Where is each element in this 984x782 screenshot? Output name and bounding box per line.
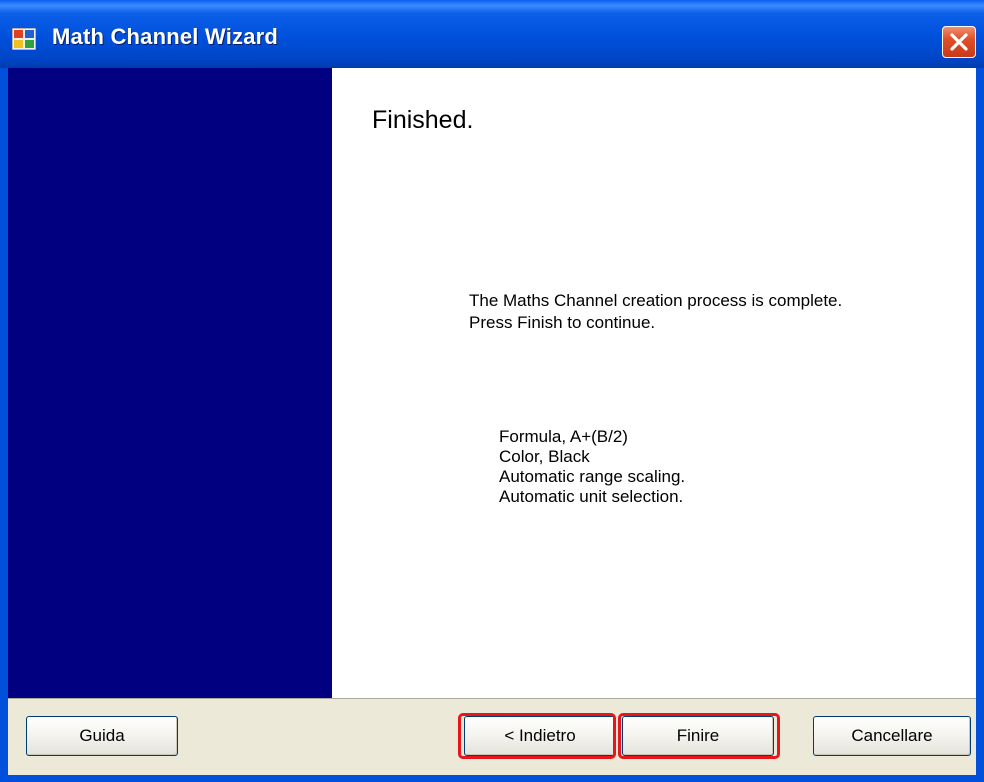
- summary-unit-selection: Automatic unit selection.: [499, 487, 684, 506]
- cancel-button[interactable]: Cancellare: [813, 716, 971, 756]
- summary-formula: Formula, A+(B/2): [499, 427, 628, 446]
- summary-range-scaling: Automatic range scaling.: [499, 467, 686, 486]
- app-icon: [11, 27, 37, 51]
- finish-button[interactable]: Finire: [622, 716, 774, 756]
- close-button[interactable]: [942, 26, 976, 58]
- completion-message: The Maths Channel creation process is co…: [469, 291, 843, 332]
- page-heading: Finished.: [372, 106, 474, 134]
- title-bar[interactable]: Math Channel Wizard: [0, 0, 984, 68]
- window-title: Math Channel Wizard: [52, 24, 279, 49]
- wizard-side-panel: [8, 68, 332, 698]
- settings-summary: Formula, A+(B/2) Color, Black Automatic …: [499, 427, 685, 507]
- help-button[interactable]: Guida: [26, 716, 178, 756]
- window-frame-bottom: [0, 774, 984, 782]
- window-frame-right: [976, 68, 984, 782]
- back-button[interactable]: < Indietro: [464, 716, 616, 756]
- wizard-window: Math Channel Wizard Finished. The Maths …: [0, 0, 984, 782]
- summary-color: Color, Black: [499, 447, 590, 466]
- wizard-content: Finished. The Maths Channel creation pro…: [332, 68, 976, 698]
- window-frame-left: [0, 68, 8, 782]
- button-bar: Guida < Indietro Finire Cancellare: [8, 698, 976, 775]
- close-icon: [950, 33, 968, 51]
